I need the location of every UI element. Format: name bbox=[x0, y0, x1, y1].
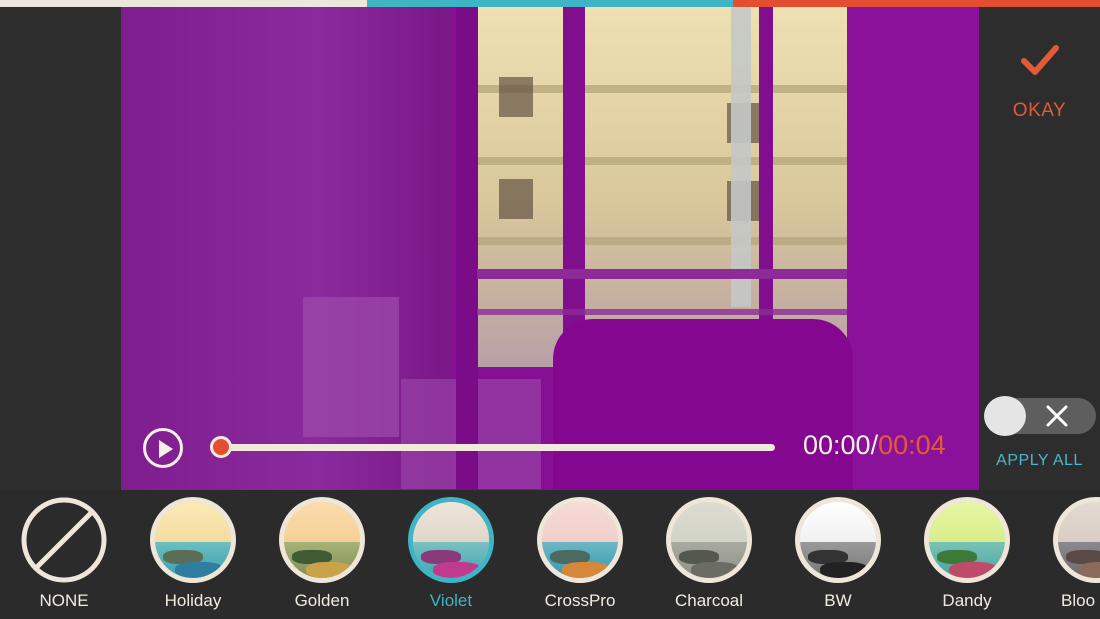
video-preview[interactable] bbox=[121, 7, 979, 490]
current-time: 00:00 bbox=[803, 430, 871, 460]
play-icon[interactable] bbox=[143, 428, 183, 468]
time-display: 00:00/00:04 bbox=[803, 430, 946, 461]
left-panel bbox=[0, 7, 121, 490]
filter-bloo[interactable]: Bloo bbox=[1041, 497, 1100, 615]
filter-charcoal[interactable]: Charcoal bbox=[654, 497, 764, 615]
filter-label: CrossPro bbox=[544, 591, 616, 610]
progress-track[interactable] bbox=[221, 444, 775, 451]
scene-wall-right bbox=[847, 7, 979, 490]
close-x-icon bbox=[1046, 405, 1068, 427]
time-separator: / bbox=[870, 430, 879, 460]
player-controls: 00:00/00:04 bbox=[121, 420, 979, 476]
okay-button[interactable]: OKAY bbox=[979, 100, 1100, 122]
filter-bw[interactable]: BW bbox=[783, 497, 893, 615]
filter-label: Bloo bbox=[1061, 591, 1096, 610]
filter-thumbnail bbox=[150, 497, 236, 583]
filter-label: Charcoal bbox=[674, 591, 744, 610]
apply-all-toggle[interactable] bbox=[984, 396, 1096, 436]
duration: 00:04 bbox=[878, 430, 946, 460]
filter-thumbnail bbox=[537, 497, 623, 583]
video-frame bbox=[121, 7, 979, 490]
filter-thumbnail bbox=[924, 497, 1010, 583]
filter-thumbnail bbox=[795, 497, 881, 583]
filter-dandy[interactable]: Dandy bbox=[912, 497, 1022, 615]
filter-thumbnail bbox=[1053, 497, 1100, 583]
progress-thumb[interactable] bbox=[210, 436, 232, 458]
toggle-knob bbox=[984, 396, 1026, 436]
strip-segment-1 bbox=[0, 0, 367, 7]
strip-segment-3 bbox=[733, 0, 1100, 7]
strip-segment-2 bbox=[366, 0, 734, 7]
filter-thumbnail bbox=[279, 497, 365, 583]
filter-golden[interactable]: Golden bbox=[267, 497, 377, 615]
filter-thumbnail bbox=[408, 497, 494, 583]
filter-crosspro[interactable]: CrossPro bbox=[525, 497, 635, 615]
filter-violet[interactable]: Violet bbox=[396, 497, 506, 615]
filter-thumbnail bbox=[666, 497, 752, 583]
checkmark-icon[interactable] bbox=[1020, 40, 1060, 80]
none-prohibited-icon bbox=[21, 497, 107, 583]
filter-holiday[interactable]: Holiday bbox=[138, 497, 248, 615]
filter-label: NONE bbox=[39, 591, 89, 610]
filter-label: BW bbox=[824, 591, 852, 610]
apply-all-label: APPLY ALL bbox=[996, 452, 1083, 469]
scene-pillar bbox=[456, 7, 478, 490]
filter-label: Golden bbox=[294, 591, 350, 610]
filter-bar: NONE Holiday Golden Violet CrossPro Char… bbox=[0, 490, 1100, 619]
scene-railing bbox=[477, 269, 849, 279]
scene-heater bbox=[303, 297, 399, 437]
color-strip bbox=[0, 0, 1100, 7]
filter-label: Violet bbox=[429, 591, 473, 610]
filter-none[interactable]: NONE bbox=[9, 497, 119, 615]
filter-label: Holiday bbox=[164, 591, 222, 610]
filter-label: Dandy bbox=[942, 591, 992, 610]
